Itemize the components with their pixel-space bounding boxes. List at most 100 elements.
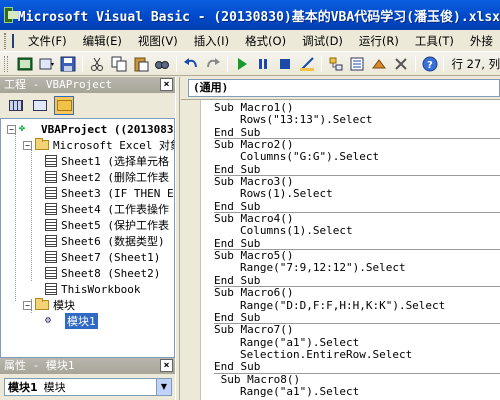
view-excel-icon[interactable] (16, 55, 34, 73)
tree-item-modules[interactable]: − 模块 (23, 297, 75, 313)
worksheet-icon (45, 171, 57, 183)
chevron-down-icon[interactable]: ▼ (156, 379, 171, 395)
insert-module-icon[interactable] (38, 55, 56, 73)
run-icon[interactable] (233, 55, 251, 73)
copy-icon[interactable] (110, 55, 128, 73)
tree-label: 模块1 (65, 313, 98, 329)
menu-edit[interactable]: 编辑(E) (75, 33, 130, 49)
worksheet-icon (45, 187, 57, 199)
tree-item-sheet1[interactable]: Sheet1 (选择单元格 (45, 153, 169, 169)
vba-app-icon (4, 7, 18, 23)
code-line[interactable]: Range("7:9,12:12").Select (214, 262, 500, 275)
pane-splitter[interactable] (175, 77, 180, 400)
object-combo[interactable]: (通用) (188, 79, 500, 97)
toolbox-icon[interactable] (392, 55, 410, 73)
toolbar-separator (414, 55, 416, 72)
worksheet-icon (45, 235, 57, 247)
toolbar-separator (176, 55, 178, 72)
paste-icon[interactable] (132, 55, 150, 73)
project-pane-title-text: 工程 - VBAProject (4, 78, 113, 91)
menu-debug[interactable]: 调试(D) (294, 33, 351, 49)
properties-window-icon[interactable] (348, 55, 366, 73)
tree-label: Sheet8 (Sheet2) (61, 266, 161, 280)
workbook-icon (45, 283, 57, 295)
window-title: Microsoft Visual Basic - (20130830)基本的VB… (17, 9, 500, 25)
object-browser-icon[interactable] (370, 55, 388, 73)
standard-toolbar: ? 行 27, 列 (0, 52, 500, 76)
reset-icon[interactable] (276, 55, 294, 73)
menu-run[interactable]: 运行(R) (351, 33, 407, 49)
help-icon[interactable]: ? (421, 55, 439, 73)
save-icon[interactable] (59, 55, 77, 73)
menu-insert[interactable]: 插入(I) (186, 33, 237, 49)
properties-pane-title: 属性 - 模块1 × (0, 358, 175, 374)
code-line[interactable]: Range("a1").Select (214, 385, 500, 398)
close-icon[interactable]: × (160, 78, 173, 91)
tree-item-sheet8[interactable]: Sheet8 (Sheet2) (45, 265, 160, 281)
toolbar-grip-handle[interactable] (4, 55, 8, 72)
tree-item-excel-objects[interactable]: − Microsoft Excel 对象 (23, 137, 174, 153)
design-mode-icon[interactable] (298, 55, 316, 73)
collapse-icon[interactable]: − (23, 300, 32, 310)
tree-item-sheet3[interactable]: Sheet3 (IF THEN E (45, 185, 174, 201)
menu-view[interactable]: 视图(V) (130, 33, 186, 49)
properties-pane-title-text: 属性 - 模块1 (4, 359, 75, 372)
view-object-button[interactable] (30, 96, 50, 115)
title-bar: Microsoft Visual Basic - (20130830)基本的VB… (0, 0, 500, 30)
tree-item-sheet6[interactable]: Sheet6 (数据类型) (45, 233, 165, 249)
code-line[interactable]: Sub Macro6() (214, 286, 500, 299)
toolbar-separator (320, 55, 322, 72)
collapse-icon[interactable]: − (7, 124, 16, 134)
toolbar-separator (82, 55, 84, 72)
break-icon[interactable] (254, 55, 272, 73)
folder-icon (35, 298, 49, 310)
tree-item-thisworkbook[interactable]: ThisWorkbook (45, 281, 140, 297)
cut-icon[interactable] (88, 55, 106, 73)
close-icon[interactable]: × (160, 359, 173, 372)
tree-item-sheet7[interactable]: Sheet7 (Sheet1) (45, 249, 160, 265)
undo-icon[interactable] (182, 55, 200, 73)
menu-file[interactable]: 文件(F) (20, 33, 75, 49)
folder-icon (56, 100, 72, 111)
project-pane-toolbar (0, 93, 175, 118)
excel-view-icon[interactable] (12, 33, 14, 48)
tree-label: ThisWorkbook (61, 282, 141, 296)
redo-icon[interactable] (204, 55, 222, 73)
menu-addins[interactable]: 外接 (462, 33, 500, 49)
tree-item-sheet5[interactable]: Sheet5 (保护工作表 (45, 217, 169, 233)
menu-grip-handle[interactable] (4, 32, 6, 49)
menu-bar: 文件(F) 编辑(E) 视图(V) 插入(I) 格式(O) 调试(D) 运行(R… (0, 30, 500, 52)
toolbar-separator (226, 55, 228, 72)
code-line[interactable]: Sub Macro7() (214, 323, 500, 336)
object-selector[interactable]: 模块1 模块 ▼ (4, 378, 172, 396)
code-line[interactable]: Range("D:D,F:F,H:H,K:K").Select (214, 299, 500, 312)
tree-item-module1[interactable]: ⚙ 模块1 (45, 313, 98, 329)
vba-project-icon: ✤ (19, 123, 26, 134)
folder-icon (35, 138, 49, 150)
project-tree[interactable]: − ✤ VBAProject ((20130830 − Microsoft Ex… (0, 118, 175, 358)
code-text[interactable]: Sub Macro1() Rows("13:13").Select End Su… (214, 101, 500, 398)
margin-indicator-bar[interactable] (181, 100, 201, 400)
code-line[interactable]: Rows(1).Select (214, 188, 500, 201)
menu-tools[interactable]: 工具(T) (407, 33, 462, 49)
object-type: 模块 (43, 381, 66, 394)
tree-item-sheet2[interactable]: Sheet2 (删除工作表 (45, 169, 169, 185)
project-explorer-icon[interactable] (327, 55, 345, 73)
find-icon[interactable] (153, 55, 171, 73)
code-editor[interactable]: Sub Macro1() Rows("13:13").Select End Su… (181, 99, 500, 400)
tree-item-sheet4[interactable]: Sheet4 (工作表操作 (45, 201, 169, 217)
tree-label: Sheet4 (工作表操作 (61, 203, 169, 216)
tree-item-project[interactable]: − ✤ VBAProject ((20130830 (7, 121, 174, 137)
object-name: 模块1 (8, 381, 38, 394)
view-code-button[interactable] (6, 96, 26, 115)
code-line[interactable]: Columns(1).Select (214, 225, 500, 238)
code-line[interactable]: Rows("13:13").Select (214, 113, 500, 126)
worksheet-icon (45, 267, 57, 279)
code-line[interactable]: End Sub (214, 360, 500, 374)
toggle-folders-button[interactable] (54, 96, 74, 115)
worksheet-icon (45, 251, 57, 263)
menu-format[interactable]: 格式(O) (237, 33, 294, 49)
tree-label: Sheet2 (删除工作表 (61, 171, 169, 184)
collapse-icon[interactable]: − (23, 140, 32, 150)
code-line[interactable]: Columns("G:G").Select (214, 151, 500, 164)
